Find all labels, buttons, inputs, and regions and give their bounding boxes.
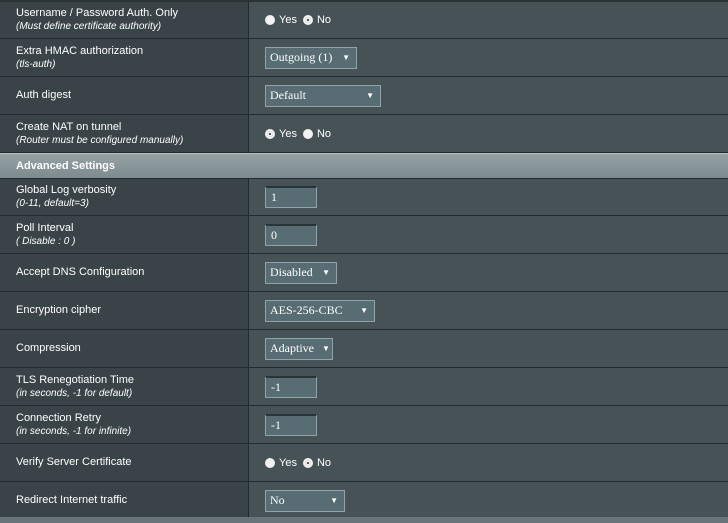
verify-radio-group: Yes No xyxy=(265,457,337,469)
hmac-select[interactable]: Outgoing (1) ▼ xyxy=(265,46,357,69)
row-log-verbosity: Global Log verbosity (0-11, default=3) 1 xyxy=(0,179,728,216)
row-label: Accept DNS Configuration xyxy=(0,254,249,291)
label-main: Compression xyxy=(16,342,81,354)
dropdown-arrow-icon: ▼ xyxy=(342,53,350,62)
row-value: Yes No xyxy=(249,2,728,38)
row-label: Verify Server Certificate xyxy=(0,444,249,481)
label-main: Redirect Internet traffic xyxy=(16,494,128,506)
encryption-cipher-select[interactable]: AES-256-CBC ▼ xyxy=(265,299,375,322)
compression-select[interactable]: Adaptive ▼ xyxy=(265,337,333,360)
vpn-client-settings-panel: Username / Password Auth. Only (Must def… xyxy=(0,0,728,523)
connection-retry-input[interactable]: -1 xyxy=(265,413,317,436)
label-main: Username / Password Auth. Only xyxy=(16,7,179,19)
label-sub: (in seconds, -1 for infinite) xyxy=(16,425,132,437)
row-poll-interval: Poll Interval ( Disable : 0 ) 0 xyxy=(0,216,728,254)
dropdown-arrow-icon: ▼ xyxy=(330,496,338,505)
row-redirect-internet: Redirect Internet traffic No ▼ xyxy=(0,482,728,520)
row-hmac: Extra HMAC authorization (tls-auth) Outg… xyxy=(0,39,728,77)
label-main: Poll Interval xyxy=(16,221,74,234)
dropdown-arrow-icon: ▼ xyxy=(322,268,330,277)
row-verify-server-cert: Verify Server Certificate Yes No xyxy=(0,444,728,482)
label-main: TLS Renegotiation Time xyxy=(16,373,135,386)
row-value: -1 xyxy=(249,406,728,443)
radio-label-yes: Yes xyxy=(279,127,297,140)
row-userpass-auth: Username / Password Auth. Only (Must def… xyxy=(0,2,728,39)
auth-digest-select[interactable]: Default ▼ xyxy=(265,84,381,107)
select-value: AES-256-CBC xyxy=(270,303,343,317)
row-value: Adaptive ▼ xyxy=(249,330,728,367)
row-value: Yes No xyxy=(249,115,728,152)
row-encryption-cipher: Encryption cipher AES-256-CBC ▼ xyxy=(0,292,728,330)
select-value: Disabled xyxy=(270,265,313,279)
row-label: Username / Password Auth. Only (Must def… xyxy=(0,2,249,38)
radio-label-yes: Yes xyxy=(279,14,297,26)
row-value: AES-256-CBC ▼ xyxy=(249,292,728,329)
verify-no-radio[interactable] xyxy=(302,457,313,468)
row-label: Compression xyxy=(0,330,249,367)
label-main: Encryption cipher xyxy=(16,304,101,316)
row-value: Default ▼ xyxy=(249,77,728,114)
label-sub: ( Disable : 0 ) xyxy=(16,235,76,247)
log-verbosity-input[interactable]: 1 xyxy=(265,186,317,208)
userpass-yes-radio[interactable] xyxy=(265,15,275,25)
row-label: Global Log verbosity (0-11, default=3) xyxy=(0,179,249,215)
label-main: Accept DNS Configuration xyxy=(16,266,145,278)
radio-label-no: No xyxy=(316,14,332,26)
nat-no-radio[interactable] xyxy=(302,128,313,139)
label-main: Verify Server Certificate xyxy=(16,456,132,468)
select-value: Adaptive xyxy=(270,341,314,355)
select-value: Default xyxy=(270,88,306,102)
row-label: Auth digest xyxy=(0,77,249,114)
label-main: Create NAT on tunnel xyxy=(16,120,122,133)
row-label: Extra HMAC authorization (tls-auth) xyxy=(0,39,249,76)
label-sub: (Router must be configured manually) xyxy=(16,134,184,146)
row-label: Connection Retry (in seconds, -1 for inf… xyxy=(0,406,249,443)
dropdown-arrow-icon: ▼ xyxy=(366,91,374,100)
select-value: Outgoing (1) xyxy=(270,50,333,64)
row-auth-digest: Auth digest Default ▼ xyxy=(0,77,728,115)
userpass-no-radio[interactable] xyxy=(302,15,313,25)
label-main: Connection Retry xyxy=(16,411,101,424)
row-tls-renegotiation: TLS Renegotiation Time (in seconds, -1 f… xyxy=(0,368,728,406)
userpass-radio-group: Yes No xyxy=(265,14,337,26)
row-label: Redirect Internet traffic xyxy=(0,482,249,519)
label-sub: (in seconds, -1 for default) xyxy=(16,387,133,399)
row-accept-dns: Accept DNS Configuration Disabled ▼ xyxy=(0,254,728,292)
section-header-advanced: Advanced Settings xyxy=(0,153,728,179)
radio-label-yes: Yes xyxy=(279,456,297,469)
nat-yes-radio[interactable] xyxy=(265,128,275,139)
label-sub: (0-11, default=3) xyxy=(16,198,89,209)
row-connection-retry: Connection Retry (in seconds, -1 for inf… xyxy=(0,406,728,444)
row-label: Encryption cipher xyxy=(0,292,249,329)
row-create-nat: Create NAT on tunnel (Router must be con… xyxy=(0,115,728,153)
label-main: Auth digest xyxy=(16,89,72,101)
radio-label-no: No xyxy=(316,127,332,140)
select-value: No xyxy=(270,493,285,507)
label-sub: (Must define certificate authority) xyxy=(16,21,162,32)
accept-dns-select[interactable]: Disabled ▼ xyxy=(265,261,337,284)
row-value: Disabled ▼ xyxy=(249,254,728,291)
row-value: -1 xyxy=(249,368,728,405)
row-label: TLS Renegotiation Time (in seconds, -1 f… xyxy=(0,368,249,405)
row-label: Create NAT on tunnel (Router must be con… xyxy=(0,115,249,152)
redirect-internet-select[interactable]: No ▼ xyxy=(265,489,345,512)
verify-yes-radio[interactable] xyxy=(265,457,275,468)
radio-label-no: No xyxy=(316,456,332,469)
bottom-bar xyxy=(0,517,728,523)
row-value: No ▼ xyxy=(249,482,728,519)
poll-interval-input[interactable]: 0 xyxy=(265,223,317,246)
row-value: 0 xyxy=(249,216,728,253)
row-label: Poll Interval ( Disable : 0 ) xyxy=(0,216,249,253)
row-value: Outgoing (1) ▼ xyxy=(249,39,728,76)
dropdown-arrow-icon: ▼ xyxy=(360,306,368,315)
row-value: 1 xyxy=(249,179,728,215)
nat-radio-group: Yes No xyxy=(265,128,337,140)
label-sub: (tls-auth) xyxy=(16,58,56,70)
tls-renegotiation-input[interactable]: -1 xyxy=(265,375,317,398)
label-main: Extra HMAC authorization xyxy=(16,44,144,57)
dropdown-arrow-icon: ▼ xyxy=(322,344,330,353)
label-main: Global Log verbosity xyxy=(16,184,117,196)
row-value: Yes No xyxy=(249,444,728,481)
row-compression: Compression Adaptive ▼ xyxy=(0,330,728,368)
